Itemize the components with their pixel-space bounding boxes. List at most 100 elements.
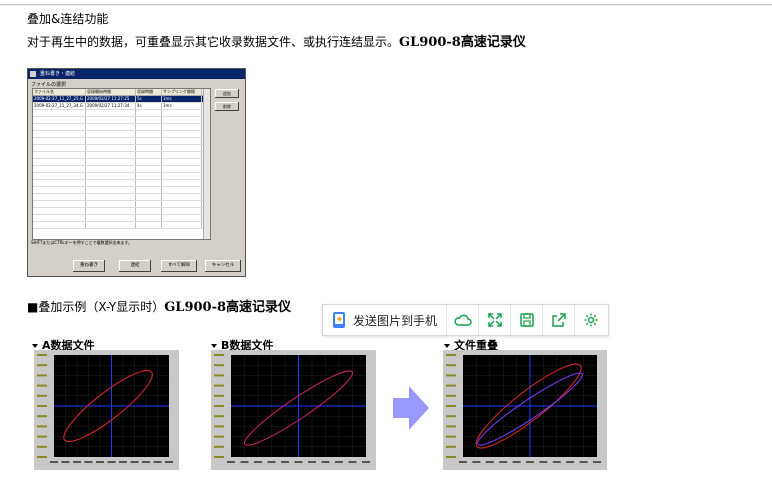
add-button[interactable]: 追加	[215, 89, 239, 98]
x-tick-label	[321, 461, 330, 463]
empty-row	[33, 180, 210, 187]
right-arrow-icon	[393, 386, 429, 430]
y-tick-label	[37, 384, 47, 387]
settings-button[interactable]	[575, 305, 607, 335]
save-button[interactable]	[511, 305, 543, 335]
x-tick-label	[130, 461, 139, 463]
cancel-button[interactable]: キャンセル	[205, 260, 241, 272]
empty-row	[33, 145, 210, 152]
x-tick-label	[348, 461, 357, 463]
send-to-phone-label: 发送图片到手机	[353, 313, 438, 328]
triangle-icon	[444, 344, 450, 348]
cell: 5s	[136, 96, 162, 102]
col-sampling[interactable]: サンプリング間隔	[162, 89, 202, 95]
y-tick-label	[37, 405, 47, 407]
x-tick-label	[362, 461, 370, 463]
empty-row	[33, 152, 210, 159]
x-tick-label	[335, 461, 343, 463]
settings-icon	[584, 313, 598, 327]
empty-row	[33, 201, 210, 208]
empty-row	[33, 159, 210, 166]
x-tick-label	[107, 461, 116, 463]
dialog-title: 重ね書き・連結	[40, 71, 76, 77]
col-start-time[interactable]: 収録開始時間	[86, 89, 136, 95]
y-tick-label	[37, 435, 47, 438]
col-duration[interactable]: 収録時間	[136, 89, 162, 95]
y-tick-label	[214, 425, 224, 428]
y-tick-label	[214, 364, 224, 367]
x-tick-label	[240, 461, 249, 463]
x-tick-label	[281, 461, 289, 463]
image-share-toolbar: 发送图片到手机	[322, 304, 609, 336]
list-scrollbar[interactable]	[203, 89, 210, 239]
concat-button[interactable]: 連結	[119, 260, 151, 272]
x-tick-label	[593, 461, 601, 463]
save-icon	[519, 313, 534, 327]
description-text: 对于再生中的数据，可重叠显示其它收录数据文件、或执行连结显示。	[27, 35, 400, 49]
x-tick-label	[254, 461, 262, 463]
cell: 4s	[136, 103, 162, 109]
y-tick-label	[446, 456, 456, 458]
share-icon	[551, 313, 566, 327]
x-tick-label	[485, 461, 494, 463]
y-tick-label	[214, 405, 224, 407]
empty-row	[33, 110, 210, 117]
xy-plot-a	[34, 350, 179, 470]
send-to-phone-button[interactable]: 发送图片到手机	[323, 305, 447, 335]
empty-row	[33, 222, 210, 229]
y-tick-label	[214, 394, 224, 397]
fullscreen-button[interactable]	[479, 305, 511, 335]
x-tick-label	[459, 461, 467, 463]
col-filename[interactable]: ファイル名	[33, 89, 86, 95]
file-list[interactable]: ファイル名 収録開始時間 収録時間 サンプリング間隔 2009-02-27_11…	[32, 88, 211, 240]
y-tick-label	[37, 354, 47, 356]
x-tick-label	[294, 461, 303, 463]
section-title: 叠加&连结功能	[27, 12, 109, 26]
x-tick-label	[61, 461, 70, 463]
y-tick-label	[214, 435, 224, 438]
x-tick-label	[84, 461, 93, 463]
expand-icon	[487, 313, 502, 327]
x-tick-label	[50, 461, 58, 463]
x-tick-label	[165, 461, 173, 463]
cell: 2009-02-27_11_27_25.G	[33, 96, 86, 102]
delete-button[interactable]: 削除	[215, 102, 239, 111]
file-row[interactable]: 2009-02-27_11_27_25.G 2009/02/27 11:27:2…	[33, 96, 210, 103]
x-tick-label	[227, 461, 235, 463]
overlay-button[interactable]: 重ね書き	[73, 260, 105, 272]
x-tick-label	[96, 461, 104, 463]
empty-row	[33, 138, 210, 145]
y-tick-label	[446, 364, 456, 367]
y-tick-label	[214, 384, 224, 387]
y-tick-label	[446, 415, 456, 418]
file-row[interactable]: 2009-02-27_11_27_34.G 2009/02/27 11:27:3…	[33, 103, 210, 110]
file-list-header: ファイル名 収録開始時間 収録時間 サンプリング間隔	[33, 89, 210, 96]
group-label: ファイルの選択	[31, 82, 67, 88]
x-tick-label	[579, 461, 588, 463]
empty-row	[33, 173, 210, 180]
y-tick-label	[214, 445, 224, 448]
clear-all-button[interactable]: すべて解除	[161, 260, 197, 272]
x-tick-label	[308, 461, 316, 463]
triangle-icon	[211, 344, 217, 348]
cell: 1ms	[162, 96, 202, 102]
y-tick-label	[37, 364, 47, 367]
y-tick-label	[214, 456, 224, 458]
empty-row	[33, 117, 210, 124]
xy-plot-overlay	[443, 350, 607, 470]
x-tick-label	[552, 461, 561, 463]
cell: 2009/02/27 11:27:34	[86, 103, 136, 109]
cloud-button[interactable]	[447, 305, 479, 335]
model-name: GL900-8高速记录仪	[399, 35, 526, 50]
empty-row	[33, 194, 210, 201]
x-tick-label	[499, 461, 508, 463]
empty-row	[33, 208, 210, 215]
y-tick-label	[214, 374, 224, 377]
y-tick-label	[214, 415, 224, 418]
empty-row	[33, 166, 210, 173]
y-tick-label	[37, 456, 47, 458]
overlay-concat-dialog: 重ね書き・連結 ファイルの選択 ファイル名 収録開始時間 収録時間 サンプリング…	[27, 68, 246, 277]
share-button[interactable]	[543, 305, 575, 335]
empty-row	[33, 131, 210, 138]
x-tick-label	[526, 461, 534, 463]
